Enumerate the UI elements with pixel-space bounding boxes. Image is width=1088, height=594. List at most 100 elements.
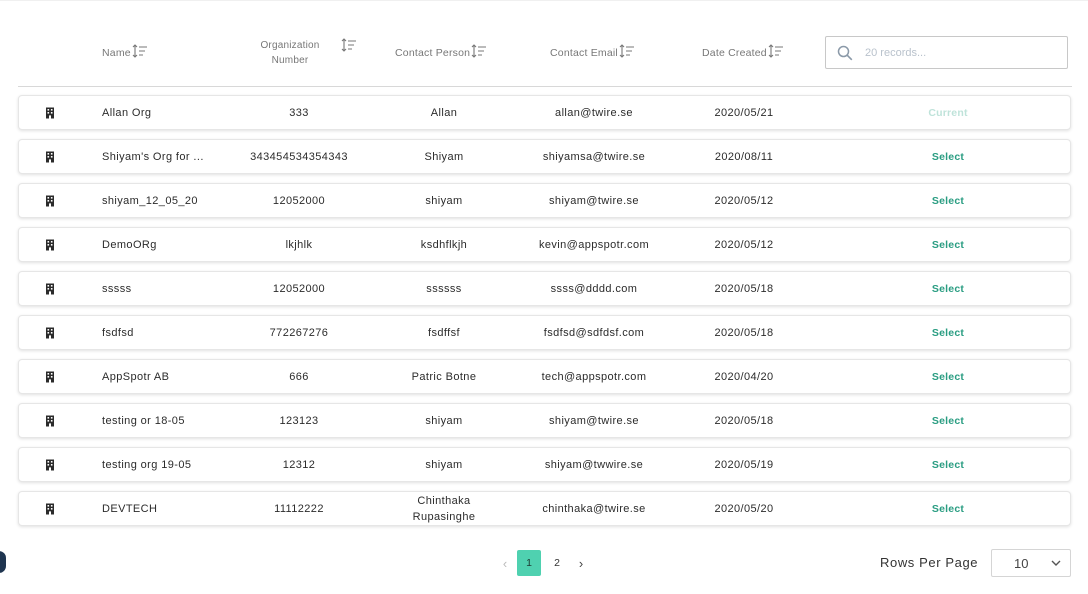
contact-email: shiyamsa@twire.se	[542, 150, 646, 163]
org-number: 123123	[279, 414, 319, 427]
select-button[interactable]: Select	[899, 272, 997, 305]
table-row[interactable]: Shiyam's Org for ... 343454534354343 Shi…	[18, 139, 1071, 174]
contact-email: ssss@dddd.com	[550, 282, 638, 295]
table-row[interactable]: shiyam_12_05_20 12052000 shiyam shiyam@t…	[18, 183, 1071, 218]
date-created: 2020/05/19	[714, 458, 774, 471]
sort-icon[interactable]	[132, 44, 148, 61]
org-number: 12052000	[272, 282, 326, 295]
select-button[interactable]: Select	[899, 448, 997, 481]
select-button[interactable]: Select	[899, 184, 997, 217]
org-name: DemoORg	[102, 238, 157, 251]
table-row[interactable]: fsdfsd 772267276 fsdffsf fsdfsd@sdfdsf.c…	[18, 315, 1071, 350]
header-date-created-label: Date Created	[702, 46, 767, 59]
header-contact-email[interactable]: Contact Email	[550, 44, 635, 61]
chevron-right-icon[interactable]: ›	[575, 550, 587, 576]
contact-person: Patric Botne	[411, 370, 477, 383]
building-icon	[44, 360, 56, 393]
select-button[interactable]: Select	[899, 360, 997, 393]
select-button[interactable]: Select	[899, 140, 997, 173]
select-button[interactable]: Select	[899, 316, 997, 349]
contact-email: kevin@appspotr.com	[538, 238, 650, 251]
floating-help-button[interactable]	[0, 551, 6, 573]
org-name: fsdfsd	[102, 326, 134, 339]
date-created: 2020/04/20	[714, 370, 774, 383]
contact-person: fsdffsf	[428, 326, 460, 339]
search-icon	[837, 45, 853, 60]
contact-person: Allan	[430, 106, 458, 119]
header-name-label: Name	[102, 46, 131, 59]
table-row[interactable]: testing org 19-05 12312 shiyam shiyam@tw…	[18, 447, 1071, 482]
date-created: 2020/05/18	[714, 326, 774, 339]
header-contact-email-label: Contact Email	[550, 46, 618, 59]
sort-icon[interactable]	[768, 44, 784, 61]
org-name: AppSpotr AB	[102, 370, 170, 383]
contact-email: fsdfsd@sdfdsf.com	[543, 326, 645, 339]
header-divider	[18, 86, 1072, 87]
header-date-created[interactable]: Date Created	[702, 44, 784, 61]
sort-icon[interactable]	[471, 44, 487, 61]
table-header: Name Organization Number Contact Person …	[0, 0, 1088, 87]
org-name: testing org 19-05	[102, 458, 192, 471]
date-created: 2020/05/20	[714, 502, 774, 515]
chevron-down-icon	[1051, 560, 1061, 566]
contact-email: shiyam@twire.se	[549, 194, 639, 207]
building-icon	[44, 184, 56, 217]
contact-person: Shiyam	[424, 150, 464, 163]
date-created: 2020/05/18	[714, 282, 774, 295]
org-name: DEVTECH	[102, 502, 158, 515]
contact-person: shiyam	[425, 458, 463, 471]
date-created: 2020/08/11	[714, 150, 774, 163]
contact-person: ssssss	[426, 282, 462, 295]
header-organization-number[interactable]: Organization Number	[248, 38, 332, 68]
date-created: 2020/05/21	[714, 106, 774, 119]
current-label: Current	[928, 106, 968, 119]
org-name: sssss	[102, 282, 132, 295]
building-icon	[44, 96, 56, 129]
pagination: ‹ 1 2 ›	[495, 550, 591, 576]
header-contact-person-label: Contact Person	[395, 46, 471, 59]
search-input[interactable]	[863, 45, 1057, 60]
org-number: 12312	[282, 458, 316, 471]
building-icon	[44, 492, 56, 525]
org-name: Shiyam's Org for ...	[102, 150, 204, 163]
organizations-table-view: Name Organization Number Contact Person …	[0, 0, 1088, 594]
contact-person: ksdhflkjh	[420, 238, 468, 251]
contact-email: tech@appspotr.com	[541, 370, 647, 383]
org-number: 343454534354343	[250, 150, 348, 163]
building-icon	[44, 404, 56, 437]
org-number: 333	[289, 106, 309, 119]
org-number: 666	[289, 370, 309, 383]
date-created: 2020/05/12	[714, 194, 774, 207]
header-name[interactable]: Name	[102, 44, 148, 61]
date-created: 2020/05/18	[714, 414, 774, 427]
sort-icon[interactable]	[619, 44, 635, 61]
header-contact-person[interactable]: Contact Person	[395, 44, 487, 61]
select-button[interactable]: Select	[899, 404, 997, 437]
sort-icon[interactable]	[341, 38, 357, 57]
table-row[interactable]: DemoORg lkjhlk ksdhflkjh kevin@appspotr.…	[18, 227, 1071, 262]
page-button-2[interactable]: 2	[545, 550, 569, 576]
building-icon	[44, 448, 56, 481]
org-name: Allan Org	[102, 106, 152, 119]
rows-per-page-select[interactable]: 10	[991, 549, 1071, 577]
chevron-left-icon[interactable]: ‹	[499, 550, 511, 576]
contact-email: chinthaka@twire.se	[542, 502, 646, 515]
building-icon	[44, 316, 56, 349]
date-created: 2020/05/12	[714, 238, 774, 251]
rows-per-page-value: 10	[1014, 555, 1029, 571]
org-number: lkjhlk	[285, 238, 313, 251]
table-row[interactable]: DEVTECH 11112222 Chinthaka Rupasinghe ch…	[18, 491, 1071, 526]
org-number: 11112222	[274, 502, 324, 515]
select-button[interactable]: Select	[899, 492, 997, 525]
page-button-1[interactable]: 1	[517, 550, 541, 576]
table-row[interactable]: Allan Org 333 Allan allan@twire.se 2020/…	[18, 95, 1071, 130]
select-button[interactable]: Select	[899, 228, 997, 261]
table-row[interactable]: AppSpotr AB 666 Patric Botne tech@appspo…	[18, 359, 1071, 394]
table-row[interactable]: sssss 12052000 ssssss ssss@dddd.com 2020…	[18, 271, 1071, 306]
search-box[interactable]	[825, 36, 1068, 69]
org-name: shiyam_12_05_20	[102, 194, 198, 207]
org-number: 12052000	[272, 194, 326, 207]
contact-email: shiyam@twire.se	[549, 414, 639, 427]
table-row[interactable]: testing or 18-05 123123 shiyam shiyam@tw…	[18, 403, 1071, 438]
building-icon	[44, 272, 56, 305]
